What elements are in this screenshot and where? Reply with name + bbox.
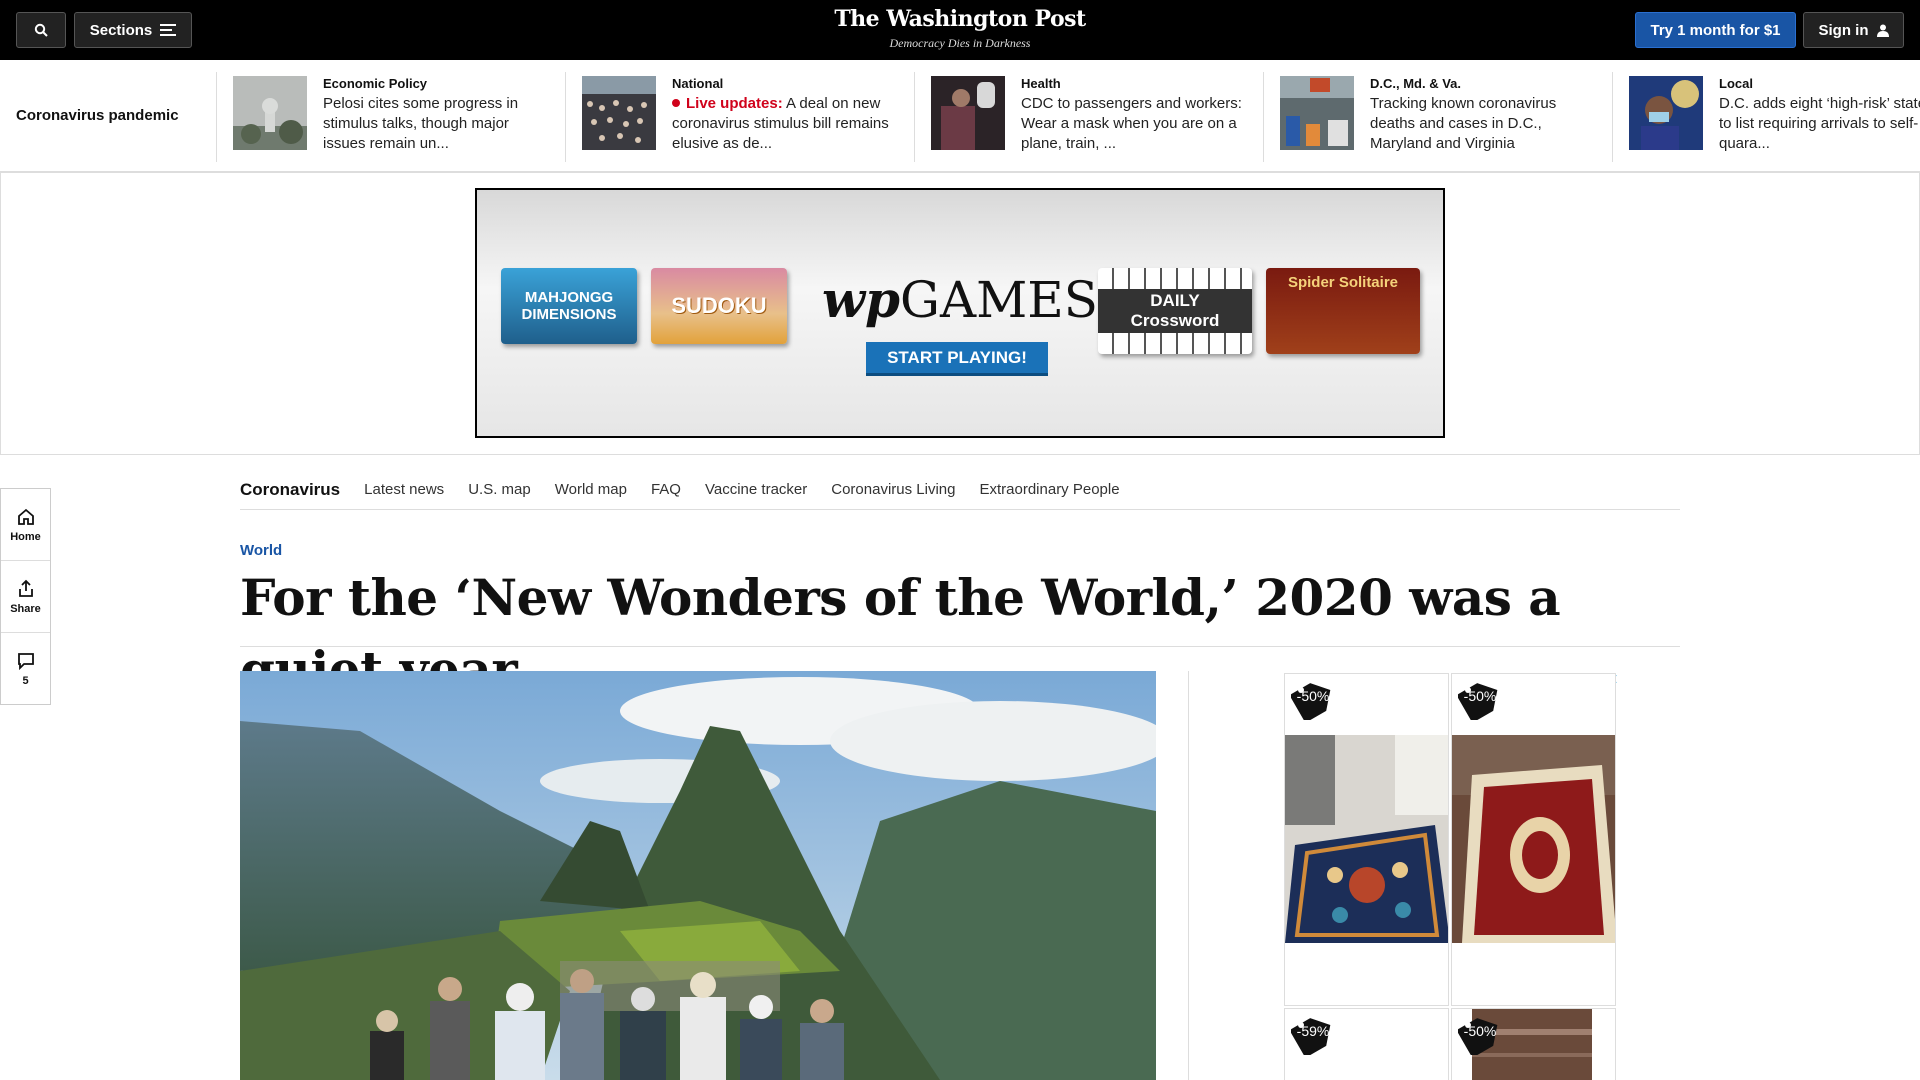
coronavirus-story-strip: Coronavirus pandemic Economic Policy Pel…: [0, 60, 1920, 172]
capitol-thumbnail: [233, 76, 307, 150]
discount-badge: -50%: [1463, 688, 1497, 704]
share-rail-button[interactable]: Share: [1, 561, 50, 633]
rug-product-card[interactable]: -50%: [1451, 1008, 1616, 1080]
story-kicker: Health: [1021, 76, 1061, 91]
wp-games-logo: wpGAMES: [822, 270, 1098, 329]
rug-product-card[interactable]: -50%: [1284, 673, 1449, 1006]
story-headline[interactable]: Live updates: A deal on new coronavirus …: [672, 94, 902, 154]
story-headline[interactable]: CDC to passengers and workers: Wear a ma…: [1021, 94, 1251, 154]
start-playing-button[interactable]: START PLAYING!: [866, 342, 1048, 376]
coronavirus-subnav: Coronavirus Latest news U.S. map World m…: [240, 470, 1680, 510]
subnav-link-vaccine-tracker[interactable]: Vaccine tracker: [705, 481, 807, 498]
rug-product-card[interactable]: -50%: [1451, 673, 1616, 1006]
user-icon: [1876, 24, 1889, 37]
testing-site-thumbnail: [1280, 76, 1354, 150]
sign-in-button[interactable]: Sign in: [1803, 12, 1904, 48]
masthead[interactable]: The Washington Post Democracy Dies in Da…: [800, 6, 1120, 51]
mahjongg-label: MAHJONGG DIMENSIONS: [521, 289, 617, 323]
crossword-tile[interactable]: DAILY Crossword: [1098, 268, 1252, 354]
subnav-link-extraordinary-people[interactable]: Extraordinary People: [979, 481, 1119, 498]
games-brand: GAMES: [900, 271, 1099, 329]
site-tagline: Democracy Dies in Darkness: [889, 36, 1031, 50]
strip-card[interactable]: Economic Policy Pelosi cites some progre…: [216, 72, 564, 162]
article-section-label[interactable]: World: [240, 542, 282, 559]
story-headline[interactable]: Tracking known coronavirus deaths and ca…: [1370, 94, 1600, 154]
strip-card[interactable]: D.C., Md. & Va. Tracking known coronavir…: [1263, 72, 1611, 162]
mahjongg-tile[interactable]: MAHJONGG DIMENSIONS: [501, 268, 637, 344]
comment-icon: [17, 653, 34, 671]
rug-product-card[interactable]: -59%: [1284, 1008, 1449, 1080]
sudoku-label: SUDOKU: [671, 293, 767, 318]
subnav-link-world-map[interactable]: World map: [555, 481, 627, 498]
discount-badge: -50%: [1296, 688, 1330, 704]
spider-solitaire-label: Spider Solitaire: [1287, 274, 1399, 291]
menu-icon: [160, 24, 177, 36]
machu-picchu-photo: [240, 671, 1156, 1080]
top-navigation-bar: Sections The Washington Post Democracy D…: [0, 0, 1920, 60]
strip-label[interactable]: Coronavirus pandemic: [16, 107, 179, 124]
airplane-passenger-thumbnail: [931, 76, 1005, 150]
story-headline[interactable]: Pelosi cites some progress in stimulus t…: [323, 94, 553, 154]
home-label: Home: [10, 530, 41, 543]
crowd-thumbnail: [582, 76, 656, 150]
wp-brand: wp: [822, 270, 901, 329]
share-icon: [18, 579, 33, 597]
rug-sale-ad[interactable]: -50% -50% -59% -50%: [1284, 673, 1618, 1080]
live-dot-icon: [672, 99, 680, 107]
subscribe-button[interactable]: Try 1 month for $1: [1635, 12, 1796, 48]
wp-games-ad-banner[interactable]: MAHJONGG DIMENSIONS SUDOKU wpGAMES START…: [475, 188, 1445, 438]
story-kicker: Economic Policy: [323, 76, 428, 91]
search-button[interactable]: [16, 12, 66, 48]
comments-rail-button[interactable]: 5: [1, 633, 50, 705]
subnav-link-us-map[interactable]: U.S. map: [468, 481, 531, 498]
sudoku-tile[interactable]: SUDOKU: [651, 268, 787, 344]
subnav-link-coronavirus-living[interactable]: Coronavirus Living: [831, 481, 955, 498]
strip-card[interactable]: Local D.C. adds eight ‘high-risk’ states…: [1612, 72, 1920, 162]
search-icon: [34, 23, 48, 37]
story-headline[interactable]: D.C. adds eight ‘high-risk’ states to li…: [1719, 94, 1920, 154]
story-kicker: D.C., Md. & Va.: [1370, 76, 1462, 91]
crossword-label: DAILY Crossword: [1098, 289, 1252, 333]
strip-card[interactable]: National Live updates: A deal on new cor…: [565, 72, 913, 162]
article-lead-photo[interactable]: [240, 671, 1156, 1080]
story-kicker: Local: [1719, 76, 1753, 91]
navy-rug-image: [1285, 735, 1448, 943]
strip-card[interactable]: Health CDC to passengers and workers: We…: [914, 72, 1262, 162]
subnav-title[interactable]: Coronavirus: [240, 480, 340, 500]
sections-button[interactable]: Sections: [74, 12, 192, 48]
comments-count: 5: [22, 675, 29, 687]
subnav-link-faq[interactable]: FAQ: [651, 481, 681, 498]
site-logo[interactable]: The Washington Post: [800, 6, 1120, 32]
sign-in-label: Sign in: [1818, 21, 1869, 39]
sections-label: Sections: [89, 21, 153, 39]
subnav-link-latest-news[interactable]: Latest news: [364, 481, 444, 498]
discount-badge: -59%: [1296, 1023, 1330, 1039]
share-label: Share: [10, 602, 41, 615]
discount-badge: -50%: [1463, 1023, 1497, 1039]
home-rail-button[interactable]: Home: [1, 489, 50, 561]
red-rug-image: [1452, 735, 1615, 943]
headline-divider: [240, 646, 1680, 647]
story-kicker: National: [672, 76, 724, 91]
spider-solitaire-tile[interactable]: Spider Solitaire: [1266, 268, 1420, 354]
mayor-thumbnail: [1629, 76, 1703, 150]
home-icon: [17, 508, 34, 525]
article-side-rail: Home Share 5: [0, 488, 51, 705]
live-updates-label: Live updates:: [686, 95, 783, 112]
column-divider: [1188, 671, 1189, 1080]
